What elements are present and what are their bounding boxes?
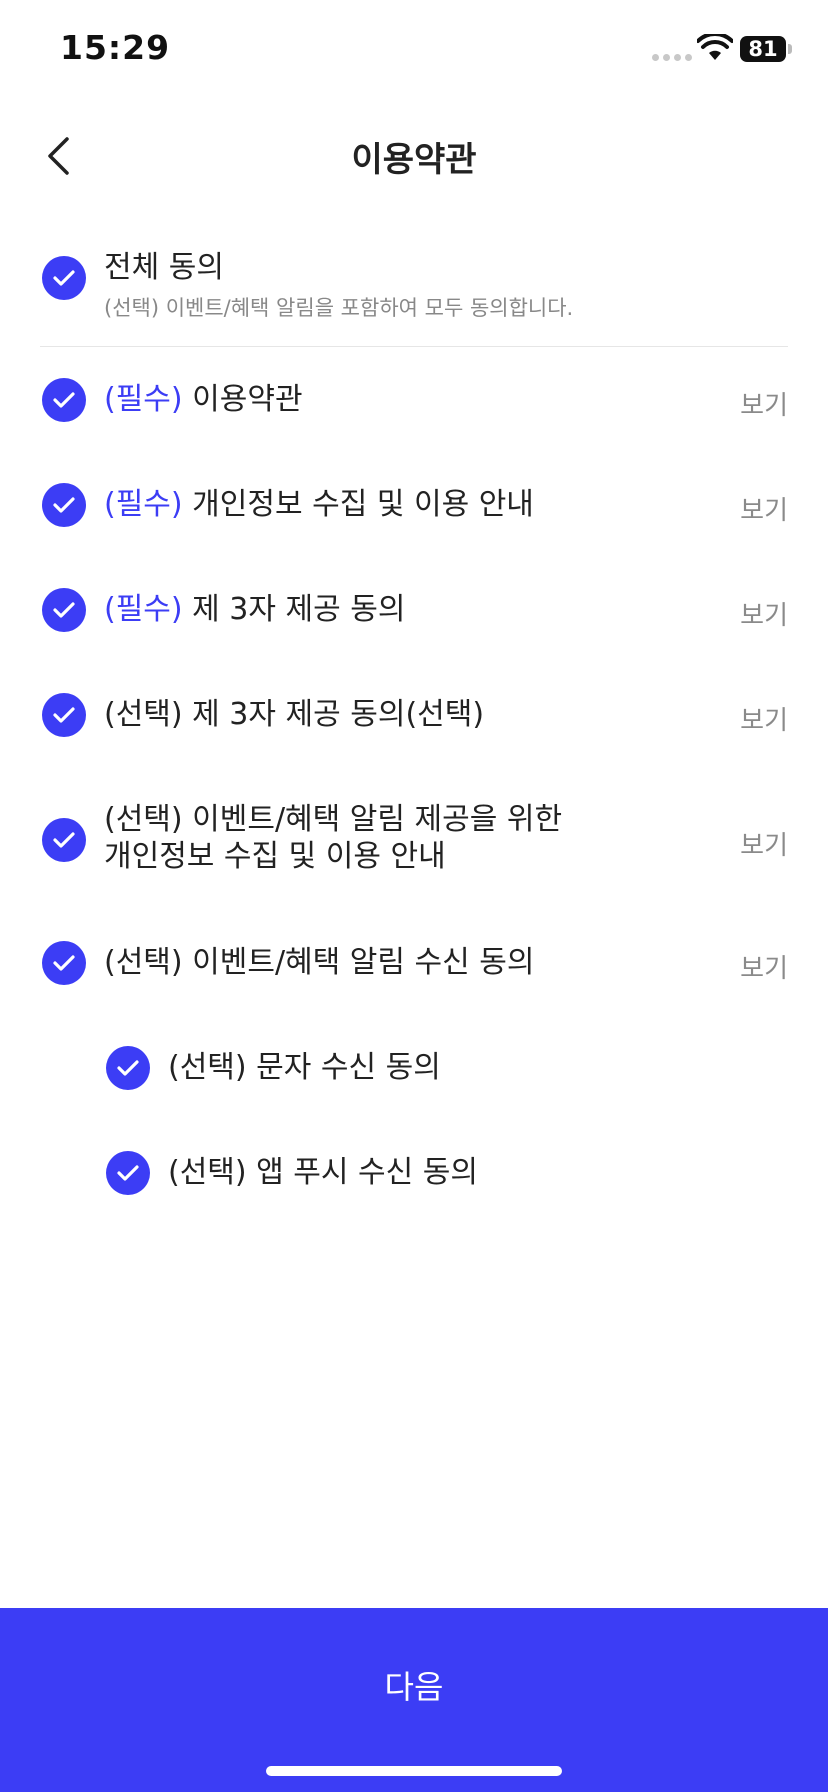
all-agree-description: (선택) 이벤트/혜택 알림을 포함하여 모두 동의합니다. bbox=[104, 296, 574, 320]
status-time: 15:29 bbox=[60, 28, 171, 67]
sub-term-title: (선택) 문자 수신 동의 bbox=[168, 1050, 441, 1085]
required-tag: (필수) bbox=[104, 592, 183, 627]
term-row-event-notification[interactable]: (선택) 이벤트/혜택 알림 수신 동의 보기 bbox=[0, 941, 828, 985]
term-title-line1: (선택) 이벤트/혜택 알림 제공을 위한 bbox=[104, 802, 563, 837]
term-title: (선택) 이벤트/혜택 알림 수신 동의 bbox=[104, 945, 535, 980]
check-circle-icon[interactable] bbox=[42, 941, 86, 985]
all-agree-title: 전체 동의 bbox=[104, 250, 224, 285]
next-button[interactable]: 다음 bbox=[0, 1608, 828, 1792]
battery-level: 81 bbox=[740, 36, 786, 62]
cellular-signal-icon bbox=[652, 54, 692, 61]
sub-term-title: (선택) 앱 푸시 수신 동의 bbox=[168, 1155, 478, 1190]
term-label: (필수) 제 3자 제공 동의 bbox=[104, 591, 405, 629]
all-agree-row[interactable]: 전체 동의 (선택) 이벤트/혜택 알림을 포함하여 모두 동의합니다. bbox=[0, 230, 828, 330]
check-circle-icon[interactable] bbox=[42, 588, 86, 632]
term-row-third-party-required[interactable]: (필수) 제 3자 제공 동의 보기 bbox=[0, 588, 828, 632]
sub-term-row-push[interactable]: (선택) 앱 푸시 수신 동의 bbox=[0, 1151, 828, 1195]
next-button-label: 다음 bbox=[384, 1668, 444, 1706]
status-bar: 15:29 81 bbox=[0, 0, 828, 100]
term-title: 개인정보 수집 및 이용 안내 bbox=[192, 487, 534, 522]
home-indicator bbox=[266, 1766, 562, 1776]
check-circle-icon[interactable] bbox=[106, 1046, 150, 1090]
check-circle-icon[interactable] bbox=[42, 256, 86, 300]
required-tag: (필수) bbox=[104, 487, 183, 522]
check-circle-icon[interactable] bbox=[42, 693, 86, 737]
view-link[interactable]: 보기 bbox=[740, 948, 788, 985]
check-circle-icon[interactable] bbox=[106, 1151, 150, 1195]
required-tag: (필수) bbox=[104, 382, 183, 417]
battery-icon: 81 bbox=[740, 36, 792, 62]
divider bbox=[40, 346, 788, 347]
term-label: (필수) 개인정보 수집 및 이용 안내 bbox=[104, 486, 534, 524]
term-row-event-privacy[interactable]: (선택) 이벤트/혜택 알림 제공을 위한 개인정보 수집 및 이용 안내 보기 bbox=[0, 800, 828, 880]
terms-screen: 15:29 81 이용약관 전체 동의 (선택) 이벤트/혜택 알림을 포함하여… bbox=[0, 0, 828, 1792]
term-title: (선택) 제 3자 제공 동의(선택) bbox=[104, 697, 485, 732]
term-title: 이용약관 bbox=[192, 382, 303, 417]
term-title: 제 3자 제공 동의 bbox=[192, 592, 406, 627]
term-row-third-party-optional[interactable]: (선택) 제 3자 제공 동의(선택) 보기 bbox=[0, 693, 828, 737]
sub-term-row-sms[interactable]: (선택) 문자 수신 동의 bbox=[0, 1046, 828, 1090]
check-circle-icon[interactable] bbox=[42, 378, 86, 422]
view-link[interactable]: 보기 bbox=[740, 595, 788, 632]
view-link[interactable]: 보기 bbox=[740, 700, 788, 737]
term-title-line2: 개인정보 수집 및 이용 안내 bbox=[104, 839, 446, 874]
term-row-terms-of-use[interactable]: (필수) 이용약관 보기 bbox=[0, 378, 828, 422]
view-link[interactable]: 보기 bbox=[740, 825, 788, 862]
check-circle-icon[interactable] bbox=[42, 483, 86, 527]
page-title: 이용약관 bbox=[351, 140, 477, 180]
term-row-privacy-collection[interactable]: (필수) 개인정보 수집 및 이용 안내 보기 bbox=[0, 483, 828, 527]
check-circle-icon[interactable] bbox=[42, 818, 86, 862]
term-label: (필수) 이용약관 bbox=[104, 381, 303, 419]
view-link[interactable]: 보기 bbox=[740, 490, 788, 527]
wifi-icon bbox=[697, 34, 733, 60]
view-link[interactable]: 보기 bbox=[740, 385, 788, 422]
